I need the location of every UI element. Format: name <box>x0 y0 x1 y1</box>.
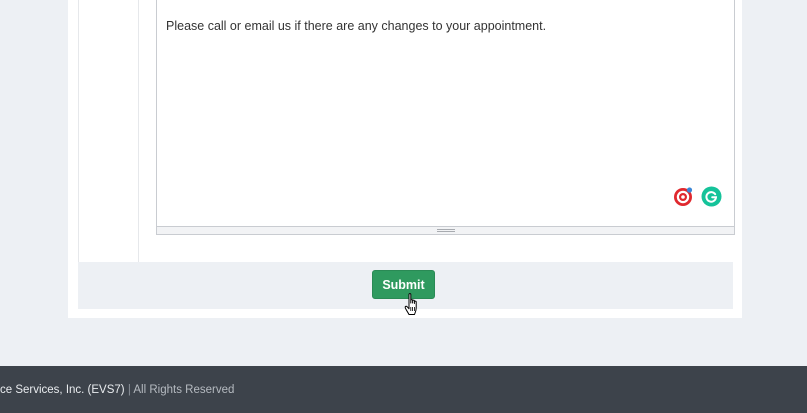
textarea-resize-handle[interactable] <box>157 226 734 234</box>
site-footer: ce Services, Inc. (EVS7) | All Rights Re… <box>0 366 807 413</box>
page: Please call or email us if there are any… <box>0 0 807 413</box>
footer-company-name: ce Services, Inc. (EVS7) <box>0 384 125 396</box>
copyright-text: ce Services, Inc. (EVS7) | All Rights Re… <box>0 384 234 396</box>
grammarly-icon[interactable] <box>701 186 722 207</box>
form-card: Please call or email us if there are any… <box>68 0 742 318</box>
target-extension-icon[interactable] <box>673 186 694 207</box>
hand-pointer-cursor-icon <box>404 292 424 320</box>
resize-grip-icon <box>436 229 455 232</box>
form-body: Please call or email us if there are any… <box>78 0 735 262</box>
column-divider <box>138 0 139 262</box>
message-text: Please call or email us if there are any… <box>166 19 547 33</box>
footer-rights: All Rights Reserved <box>133 384 235 396</box>
message-textarea[interactable]: Please call or email us if there are any… <box>156 0 735 235</box>
footer-separator: | <box>127 384 131 396</box>
